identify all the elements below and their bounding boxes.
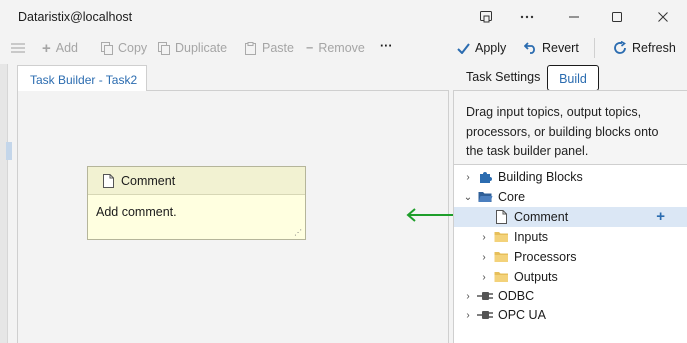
refresh-button[interactable]: Refresh — [613, 39, 676, 57]
duplicate-icon — [158, 41, 170, 55]
minimize-icon[interactable] — [560, 6, 588, 28]
paste-button[interactable]: Paste — [245, 39, 294, 57]
chevron-right-icon[interactable]: › — [462, 291, 474, 302]
apply-button[interactable]: Apply — [457, 39, 506, 57]
chevron-right-icon[interactable]: › — [478, 232, 490, 243]
checkmark-icon — [457, 42, 470, 54]
comment-block-title: Comment — [121, 173, 176, 188]
tree-item-label: Building Blocks — [498, 170, 583, 184]
overflow-label: ··· — [380, 39, 393, 53]
maximize-icon[interactable] — [603, 6, 631, 28]
tab-task-settings[interactable]: Task Settings — [466, 70, 540, 84]
plug-icon — [477, 308, 493, 322]
close-icon[interactable] — [649, 6, 677, 28]
tree-item-core[interactable]: ⌄ Core — [454, 187, 687, 207]
chevron-down-icon[interactable]: ⌄ — [462, 192, 474, 203]
refresh-label: Refresh — [632, 41, 676, 55]
tree-item-label: Inputs — [514, 230, 549, 244]
tree-item-outputs[interactable]: › Outputs — [454, 267, 687, 287]
chevron-right-icon[interactable]: › — [478, 252, 490, 263]
minus-icon: − — [306, 41, 314, 55]
tab-build[interactable]: Build — [547, 65, 599, 91]
folder-open-icon — [477, 190, 493, 204]
tree-item-comment[interactable]: Comment + — [454, 207, 687, 227]
toolbar-divider — [594, 38, 595, 58]
tree-item-label: Comment — [514, 210, 569, 224]
apply-label: Apply — [475, 41, 507, 55]
more-options-icon[interactable] — [513, 6, 541, 28]
document-icon — [493, 210, 509, 224]
plug-icon — [477, 289, 493, 303]
window-title: Dataristix@localhost — [18, 10, 133, 24]
comment-block-header[interactable]: Comment — [88, 167, 305, 195]
copy-label: Copy — [118, 41, 148, 55]
duplicate-button[interactable]: Duplicate — [158, 39, 227, 57]
title-bar: Dataristix@localhost — [0, 0, 687, 34]
toolbar: + Add Copy Duplicate Paste − Remove ··· … — [0, 34, 687, 62]
left-sidebar-strip[interactable] — [0, 64, 12, 343]
copy-icon — [101, 41, 113, 55]
sidebar-selection-marker — [6, 142, 12, 160]
duplicate-label: Duplicate — [175, 41, 228, 55]
chevron-right-icon[interactable]: › — [478, 272, 490, 283]
tree-item-label: ODBC — [498, 289, 535, 303]
tree-item-odbc[interactable]: › ODBC — [454, 286, 687, 306]
paste-icon — [245, 41, 256, 55]
remove-button[interactable]: − Remove — [306, 39, 365, 57]
tab-task-builder[interactable]: Task Builder - Task2 — [17, 65, 147, 91]
folder-icon — [493, 270, 509, 284]
undo-icon — [524, 42, 535, 54]
tree-item-processors[interactable]: › Processors — [454, 247, 687, 267]
remote-screen-icon[interactable] — [472, 6, 500, 28]
plus-icon: + — [42, 39, 51, 57]
document-icon — [103, 173, 114, 188]
comment-block-text[interactable]: Add comment. — [88, 195, 305, 219]
comment-block[interactable]: Comment Add comment. ⋰ — [87, 166, 306, 240]
revert-button[interactable]: Revert — [524, 39, 579, 57]
tree-item-opc-ua[interactable]: › OPC UA — [454, 305, 687, 325]
tree-item-label: Core — [498, 190, 526, 204]
puzzle-icon — [477, 170, 493, 184]
remove-label: Remove — [318, 41, 365, 55]
hamburger-menu-icon[interactable] — [11, 39, 25, 57]
tree-item-label: Outputs — [514, 270, 558, 284]
tree-item-inputs[interactable]: › Inputs — [454, 227, 687, 247]
resize-grip-icon[interactable]: ⋰ — [294, 228, 302, 237]
refresh-icon — [614, 41, 626, 54]
chevron-right-icon[interactable]: › — [462, 172, 474, 183]
revert-label: Revert — [542, 41, 579, 55]
add-to-canvas-plus-icon[interactable]: + — [656, 209, 665, 224]
building-blocks-panel: Drag input topics, output topics, proces… — [453, 90, 687, 343]
help-text: Drag input topics, output topics, proces… — [454, 91, 687, 165]
folder-icon — [493, 230, 509, 244]
folder-icon — [493, 250, 509, 264]
copy-button[interactable]: Copy — [101, 39, 147, 57]
toolbar-overflow-button[interactable]: ··· — [380, 37, 393, 55]
tree-item-label: Processors — [514, 250, 577, 264]
paste-label: Paste — [262, 41, 294, 55]
tree-item-building-blocks[interactable]: › Building Blocks — [454, 167, 687, 187]
add-label: Add — [55, 41, 79, 55]
add-button[interactable]: + Add — [42, 39, 78, 57]
chevron-right-icon[interactable]: › — [462, 310, 474, 321]
tree-item-label: OPC UA — [498, 308, 546, 322]
